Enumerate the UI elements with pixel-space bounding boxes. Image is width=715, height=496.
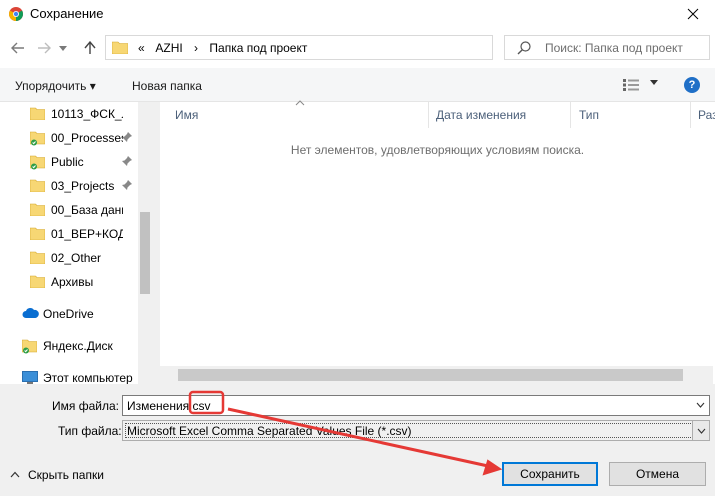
hide-folders-label: Скрыть папки	[28, 468, 104, 482]
sidebar-item-public[interactable]: Public	[0, 150, 140, 174]
file-list-scrollbar[interactable]	[160, 366, 713, 384]
address-path: « AZHI › Папка под проект	[138, 41, 315, 55]
sidebar-item-label: 03_Projects	[51, 179, 115, 193]
sidebar-item-00-processes[interactable]: 00_Processes_	[0, 126, 140, 150]
empty-list-message: Нет элементов, удовлетворяющих условиям …	[290, 143, 585, 157]
sidebar-item-02-other[interactable]: 02_Other	[0, 246, 140, 270]
sidebar-item-label: Этот компьютер	[43, 371, 133, 384]
scrollbar-thumb[interactable]	[178, 369, 683, 381]
address-segment-azhi[interactable]: AZHI	[155, 41, 182, 55]
column-divider[interactable]	[428, 102, 429, 128]
arrow-up-icon	[84, 41, 96, 54]
address-segment-current[interactable]: Папка под проект	[209, 41, 307, 55]
yandex-disk-icon	[22, 339, 37, 354]
sidebar-item-this-pc[interactable]: Этот компьютер	[0, 366, 140, 384]
scrollbar-thumb[interactable]	[140, 212, 150, 294]
sidebar-item-label: Public	[51, 155, 84, 169]
folder-icon	[30, 203, 45, 216]
computer-icon	[22, 371, 38, 384]
column-header-size[interactable]: Раз	[698, 108, 715, 122]
sidebar-item-onedrive[interactable]: OneDrive	[0, 302, 140, 326]
folder-icon	[30, 227, 45, 240]
folder-icon	[30, 179, 45, 192]
folder-icon	[112, 41, 128, 54]
filename-field[interactable]: Изменения csv	[122, 395, 710, 416]
folder-icon	[30, 275, 45, 288]
sidebar-item-label: 10113_ФСК_Л	[51, 107, 123, 121]
folder-icon	[30, 107, 45, 120]
title-bar: Сохранение	[0, 0, 715, 28]
filetype-value: Microsoft Excel Comma Separated Values F…	[127, 424, 412, 438]
pin-icon	[122, 156, 132, 166]
arrow-right-icon	[38, 42, 51, 54]
command-toolbar: Упорядочить ▾ Новая папка ?	[0, 68, 715, 102]
close-icon	[687, 8, 698, 20]
folder-icon	[30, 251, 45, 264]
search-input[interactable]: Поиск: Папка под проект	[545, 41, 683, 55]
cancel-button[interactable]: Отмена	[609, 462, 706, 486]
filename-input[interactable]: Изменения csv	[127, 399, 211, 413]
column-header-date[interactable]: Дата изменения	[436, 108, 526, 122]
column-header-name[interactable]: Имя	[175, 108, 198, 122]
pin-icon	[122, 180, 132, 190]
chevron-down-icon	[697, 428, 706, 434]
column-header-type[interactable]: Тип	[579, 108, 599, 122]
sidebar-item-label: 02_Other	[51, 251, 102, 265]
save-button[interactable]: Сохранить	[502, 462, 598, 486]
sidebar-item-01-ver[interactable]: 01_ВЕР+КОДИФ	[0, 222, 140, 246]
sidebar-item-database[interactable]: 00_База данных	[0, 198, 140, 222]
sort-ascending-icon	[295, 100, 305, 106]
filetype-dropdown-button[interactable]	[692, 421, 709, 440]
address-overflow-chevron[interactable]: «	[138, 41, 145, 55]
up-button[interactable]	[80, 38, 100, 58]
search-icon	[517, 41, 531, 55]
chevron-down-icon	[59, 45, 67, 51]
sidebar-item-label: 00_База данных	[51, 203, 123, 217]
sidebar-item-label: Яндекс.Диск	[43, 339, 113, 353]
folder-green-icon	[30, 155, 45, 170]
cloud-icon	[22, 307, 39, 318]
organize-button[interactable]: Упорядочить ▾	[15, 79, 96, 93]
view-options-icon[interactable]	[622, 78, 640, 92]
file-list: Имя Дата изменения Тип Раз Нет элементов…	[160, 100, 715, 384]
pin-icon	[122, 132, 132, 142]
column-divider[interactable]	[570, 102, 571, 128]
sidebar-item-label: 01_ВЕР+КОДИФ	[51, 227, 123, 241]
chevron-down-icon[interactable]	[696, 402, 705, 408]
new-folder-button[interactable]: Новая папка	[132, 79, 202, 93]
navigation-pane-scrollbar[interactable]	[138, 102, 152, 384]
sidebar-item-archives[interactable]: Архивы	[0, 270, 140, 294]
chevron-up-icon	[10, 471, 20, 478]
close-button[interactable]	[670, 0, 715, 28]
folder-green-icon	[30, 131, 45, 146]
window-title: Сохранение	[30, 6, 104, 21]
filetype-label: Тип файла:	[58, 424, 122, 438]
annotation-arrow-head	[482, 459, 503, 476]
address-bar[interactable]: « AZHI › Папка под проект	[105, 35, 581, 60]
back-button[interactable]	[8, 38, 28, 58]
column-divider[interactable]	[690, 102, 691, 128]
sidebar-item-label: OneDrive	[43, 307, 94, 321]
filename-label: Имя файла:	[52, 399, 119, 413]
sidebar-item-label: Архивы	[51, 275, 94, 289]
search-box[interactable]: Поиск: Папка под проект	[504, 35, 710, 60]
sidebar-item-yandex-disk[interactable]: Яндекс.Диск	[0, 334, 140, 358]
forward-button[interactable]	[34, 38, 54, 58]
sidebar-item-10113[interactable]: 10113_ФСК_Л	[0, 102, 140, 126]
address-separator[interactable]: ›	[194, 41, 198, 55]
recent-dropdown[interactable]	[56, 38, 70, 58]
filetype-select[interactable]: Microsoft Excel Comma Separated Values F…	[122, 420, 710, 441]
navigation-pane: 10113_ФСК_Л 00_Processes_ Public 03_Proj…	[0, 102, 152, 384]
chrome-icon	[9, 7, 23, 21]
arrow-left-icon	[11, 42, 24, 54]
help-button[interactable]: ?	[684, 77, 700, 93]
sidebar-item-03-projects[interactable]: 03_Projects	[0, 174, 140, 198]
chevron-down-icon[interactable]	[650, 80, 658, 86]
sidebar-item-label: 00_Processes_	[51, 131, 123, 145]
